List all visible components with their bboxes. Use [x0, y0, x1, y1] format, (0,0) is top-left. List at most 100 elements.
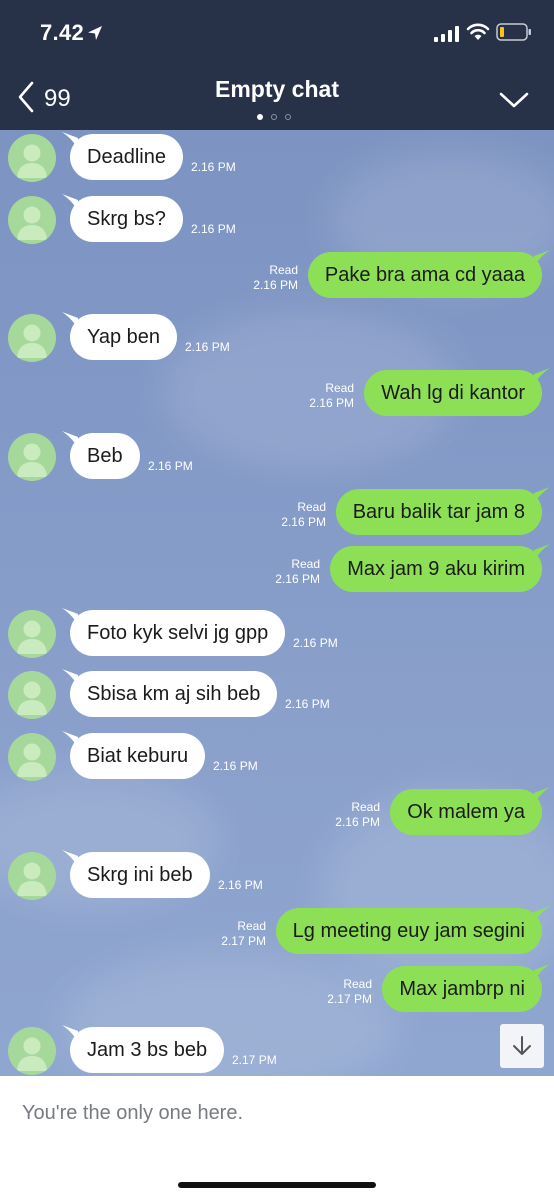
message-time: 2.16 PM — [253, 278, 298, 292]
message-status: Read 2.16 PM — [275, 557, 320, 587]
message-bubble[interactable]: Baru balik tar jam 8 — [335, 489, 542, 535]
message-time: 2.16 PM — [293, 636, 338, 650]
chevron-down-icon[interactable] — [498, 90, 530, 110]
message-time: 2.17 PM — [221, 934, 266, 948]
message-time: 2.16 PM — [335, 815, 380, 829]
avatar[interactable] — [8, 610, 56, 658]
avatar-silhouette-icon — [17, 144, 47, 178]
outgoing-message: Pake bra ama cd yaaa Read 2.16 PM — [0, 250, 554, 302]
chat-header: 99 Empty chat — [0, 70, 554, 130]
message-bubble[interactable]: Pake bra ama cd yaaa — [307, 252, 542, 298]
avatar[interactable] — [8, 314, 56, 362]
status-time: 7.42 — [40, 20, 85, 45]
message-time: 2.16 PM — [275, 572, 320, 586]
message-bubble[interactable]: Lg meeting euy jam segini — [275, 908, 542, 954]
message-time: 2.16 PM — [185, 340, 230, 354]
bubble-tail — [534, 368, 550, 384]
message-bubble[interactable]: Foto kyk selvi jg gpp — [70, 610, 286, 656]
read-receipt: Read — [343, 977, 372, 991]
bubble-tail — [534, 250, 550, 266]
scroll-to-bottom-button[interactable] — [500, 1024, 544, 1068]
read-receipt: Read — [237, 919, 266, 933]
page-dot — [271, 114, 277, 120]
message-time: 2.17 PM — [327, 992, 372, 1006]
incoming-message: Skrg bs? 2.16 PM — [0, 194, 554, 246]
incoming-message: Jam 3 bs beb 2.17 PM — [0, 1025, 554, 1076]
avatar[interactable] — [8, 852, 56, 900]
outgoing-message: Wah lg di kantor Read 2.16 PM — [0, 368, 554, 420]
message-bubble[interactable]: Beb — [70, 433, 140, 479]
bubble-tail — [534, 906, 550, 922]
read-receipt: Read — [325, 381, 354, 395]
incoming-message: Yap ben 2.16 PM — [0, 312, 554, 364]
avatar-silhouette-icon — [17, 620, 47, 654]
incoming-message: Sbisa km aj sih beb 2.16 PM — [0, 669, 554, 721]
home-indicator[interactable] — [178, 1182, 376, 1188]
bubble-tail — [534, 487, 550, 503]
status-bar: 7.42 — [0, 0, 554, 70]
location-arrow-icon — [88, 26, 102, 40]
message-time: 2.16 PM — [309, 396, 354, 410]
message-time: 2.16 PM — [281, 515, 326, 529]
message-bubble[interactable]: Max jambrp ni — [382, 966, 542, 1012]
avatar[interactable] — [8, 196, 56, 244]
page-dot — [285, 114, 291, 120]
avatar-silhouette-icon — [17, 206, 47, 240]
message-status: Read 2.16 PM — [309, 381, 354, 411]
outgoing-message: Max jambrp ni Read 2.17 PM — [0, 964, 554, 1016]
read-receipt: Read — [297, 500, 326, 514]
page-indicator — [255, 114, 299, 122]
message-bubble[interactable]: Biat keburu — [70, 733, 206, 779]
avatar[interactable] — [8, 1027, 56, 1075]
message-time: 2.16 PM — [218, 878, 263, 892]
chat-title: Empty chat — [215, 76, 339, 102]
message-bubble[interactable]: Sbisa km aj sih beb — [70, 671, 278, 717]
bubble-tail — [534, 544, 550, 560]
message-time: 2.16 PM — [285, 697, 330, 711]
avatar[interactable] — [8, 433, 56, 481]
message-time: 2.16 PM — [213, 759, 258, 773]
incoming-message: Deadline 2.16 PM — [0, 132, 554, 184]
outgoing-message: Max jam 9 aku kirim Read 2.16 PM — [0, 544, 554, 596]
avatar[interactable] — [8, 134, 56, 182]
message-bubble[interactable]: Ok malem ya — [390, 789, 542, 835]
message-status: Read 2.16 PM — [281, 500, 326, 530]
message-time: 2.16 PM — [148, 459, 193, 473]
avatar[interactable] — [8, 733, 56, 781]
page-dot-active — [257, 114, 263, 120]
bubble-tail — [534, 964, 550, 980]
wifi-icon — [466, 23, 490, 40]
cellular-signal-icon — [434, 26, 459, 42]
message-bubble[interactable]: Yap ben — [70, 314, 178, 360]
message-status: Read 2.16 PM — [335, 800, 380, 830]
empty-chat-notice: You're the only one here. — [22, 1102, 244, 1124]
message-status: Read 2.16 PM — [253, 263, 298, 293]
message-time: 2.17 PM — [232, 1053, 277, 1067]
arrow-down-icon — [513, 1036, 531, 1055]
chat-footer: You're the only one here. — [0, 1076, 554, 1200]
avatar-silhouette-icon — [17, 324, 47, 358]
outgoing-message: Baru balik tar jam 8 Read 2.16 PM — [0, 487, 554, 539]
avatar[interactable] — [8, 671, 56, 719]
message-bubble[interactable]: Deadline — [70, 134, 183, 180]
message-bubble[interactable]: Wah lg di kantor — [364, 370, 542, 416]
message-bubble[interactable]: Skrg bs? — [70, 196, 183, 242]
avatar-silhouette-icon — [17, 862, 47, 896]
message-status: Read 2.17 PM — [221, 919, 266, 949]
outgoing-message: Ok malem ya Read 2.16 PM — [0, 787, 554, 839]
bubble-tail — [534, 787, 550, 803]
avatar-silhouette-icon — [17, 743, 47, 777]
outgoing-message: Lg meeting euy jam segini Read 2.17 PM — [0, 906, 554, 958]
chat-area[interactable]: Deadline 2.16 PM Skrg bs? 2.16 PM Pake bra a… — [0, 130, 554, 1076]
avatar-silhouette-icon — [17, 1037, 47, 1071]
message-status: Read 2.17 PM — [327, 977, 372, 1007]
message-time: 2.16 PM — [191, 160, 236, 174]
message-bubble[interactable]: Jam 3 bs beb — [70, 1027, 225, 1073]
message-bubble[interactable]: Max jam 9 aku kirim — [330, 546, 542, 592]
incoming-message: Beb 2.16 PM — [0, 431, 554, 483]
message-bubble[interactable]: Skrg ini beb — [70, 852, 210, 898]
read-receipt: Read — [351, 800, 380, 814]
read-receipt: Read — [269, 263, 298, 277]
avatar-silhouette-icon — [17, 443, 47, 477]
incoming-message: Foto kyk selvi jg gpp 2.16 PM — [0, 608, 554, 660]
